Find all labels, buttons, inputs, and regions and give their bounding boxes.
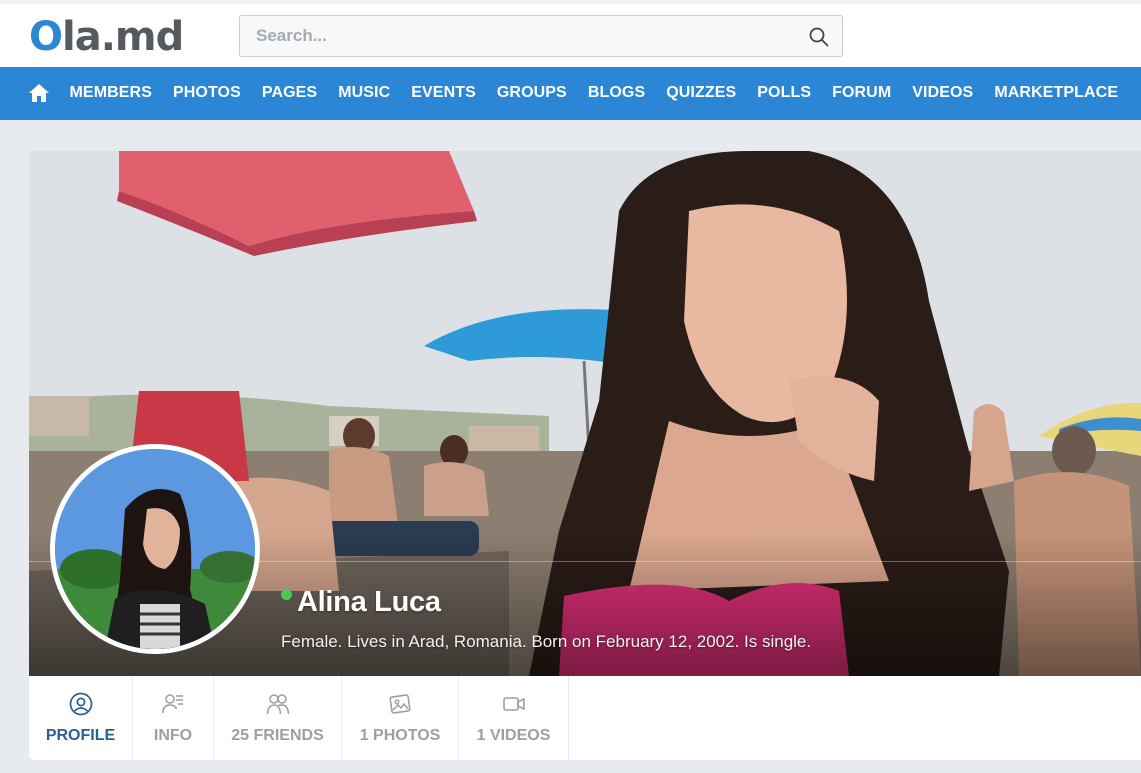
nav-item-groups[interactable]: GROUPS [486,67,577,120]
tab-label: PROFILE [45,727,116,744]
nav-item-forum[interactable]: FORUM [822,67,902,120]
search-box [239,15,843,57]
nav-item-videos[interactable]: VIDEOS [902,67,984,120]
tab-label: 1 PHOTOS [359,727,441,744]
home-icon[interactable] [28,82,50,104]
tab-friends[interactable]: 25 FRIENDS [214,676,342,760]
video-camera-icon [502,697,525,711]
user-circle-icon [69,692,92,716]
profile-tabs: PROFILE INFO 25 FRIENDS 1 PHOTOS 1 VIDEO… [29,676,569,760]
nav-item-quizzes[interactable]: QUIZZES [656,67,747,120]
tab-label: INFO [153,727,193,744]
tab-label: 25 FRIENDS [231,727,324,744]
top-bar: Ola.md [0,0,1141,67]
site-logo[interactable]: Ola.md [29,14,184,60]
user-info-icon [162,694,183,714]
tab-label: 1 VIDEOS [476,727,551,744]
nav-list: MEMBERS PHOTOS PAGES MUSIC EVENTS GROUPS BLOGS… [59,67,1129,120]
tab-videos[interactable]: 1 VIDEOS [459,676,569,760]
tab-profile[interactable]: PROFILE [29,676,133,760]
nav-item-pages[interactable]: PAGES [251,67,327,120]
online-status-dot [281,589,292,600]
nav-item-blogs[interactable]: BLOGS [577,67,655,120]
logo-o: O [29,14,63,60]
tab-info[interactable]: INFO [133,676,214,760]
nav-item-photos[interactable]: PHOTOS [162,67,251,120]
nav-item-members[interactable]: MEMBERS [59,67,162,120]
main-nav: MEMBERS PHOTOS PAGES MUSIC EVENTS GROUPS BLOGS… [0,67,1141,120]
profile-bio: Female. Lives in Arad, Romania. Born on … [281,632,812,651]
profile-avatar[interactable] [50,444,260,654]
nav-item-events[interactable]: EVENTS [401,67,487,120]
friends-icon [266,694,289,715]
search-input[interactable] [240,16,800,56]
search-icon[interactable] [808,26,830,48]
nav-item-polls[interactable]: POLLS [747,67,822,120]
tab-photos[interactable]: 1 PHOTOS [342,676,459,760]
profile-name[interactable]: Alina Luca [297,585,441,619]
logo-text: la.md [62,14,184,60]
profile-card: Alina Luca Female. Lives in Arad, Romani… [29,151,1141,760]
photos-icon [389,694,411,714]
avatar-illustration [55,449,255,649]
nav-item-music[interactable]: MUSIC [328,67,401,120]
nav-item-marketplace[interactable]: MARKETPLACE [984,67,1129,120]
